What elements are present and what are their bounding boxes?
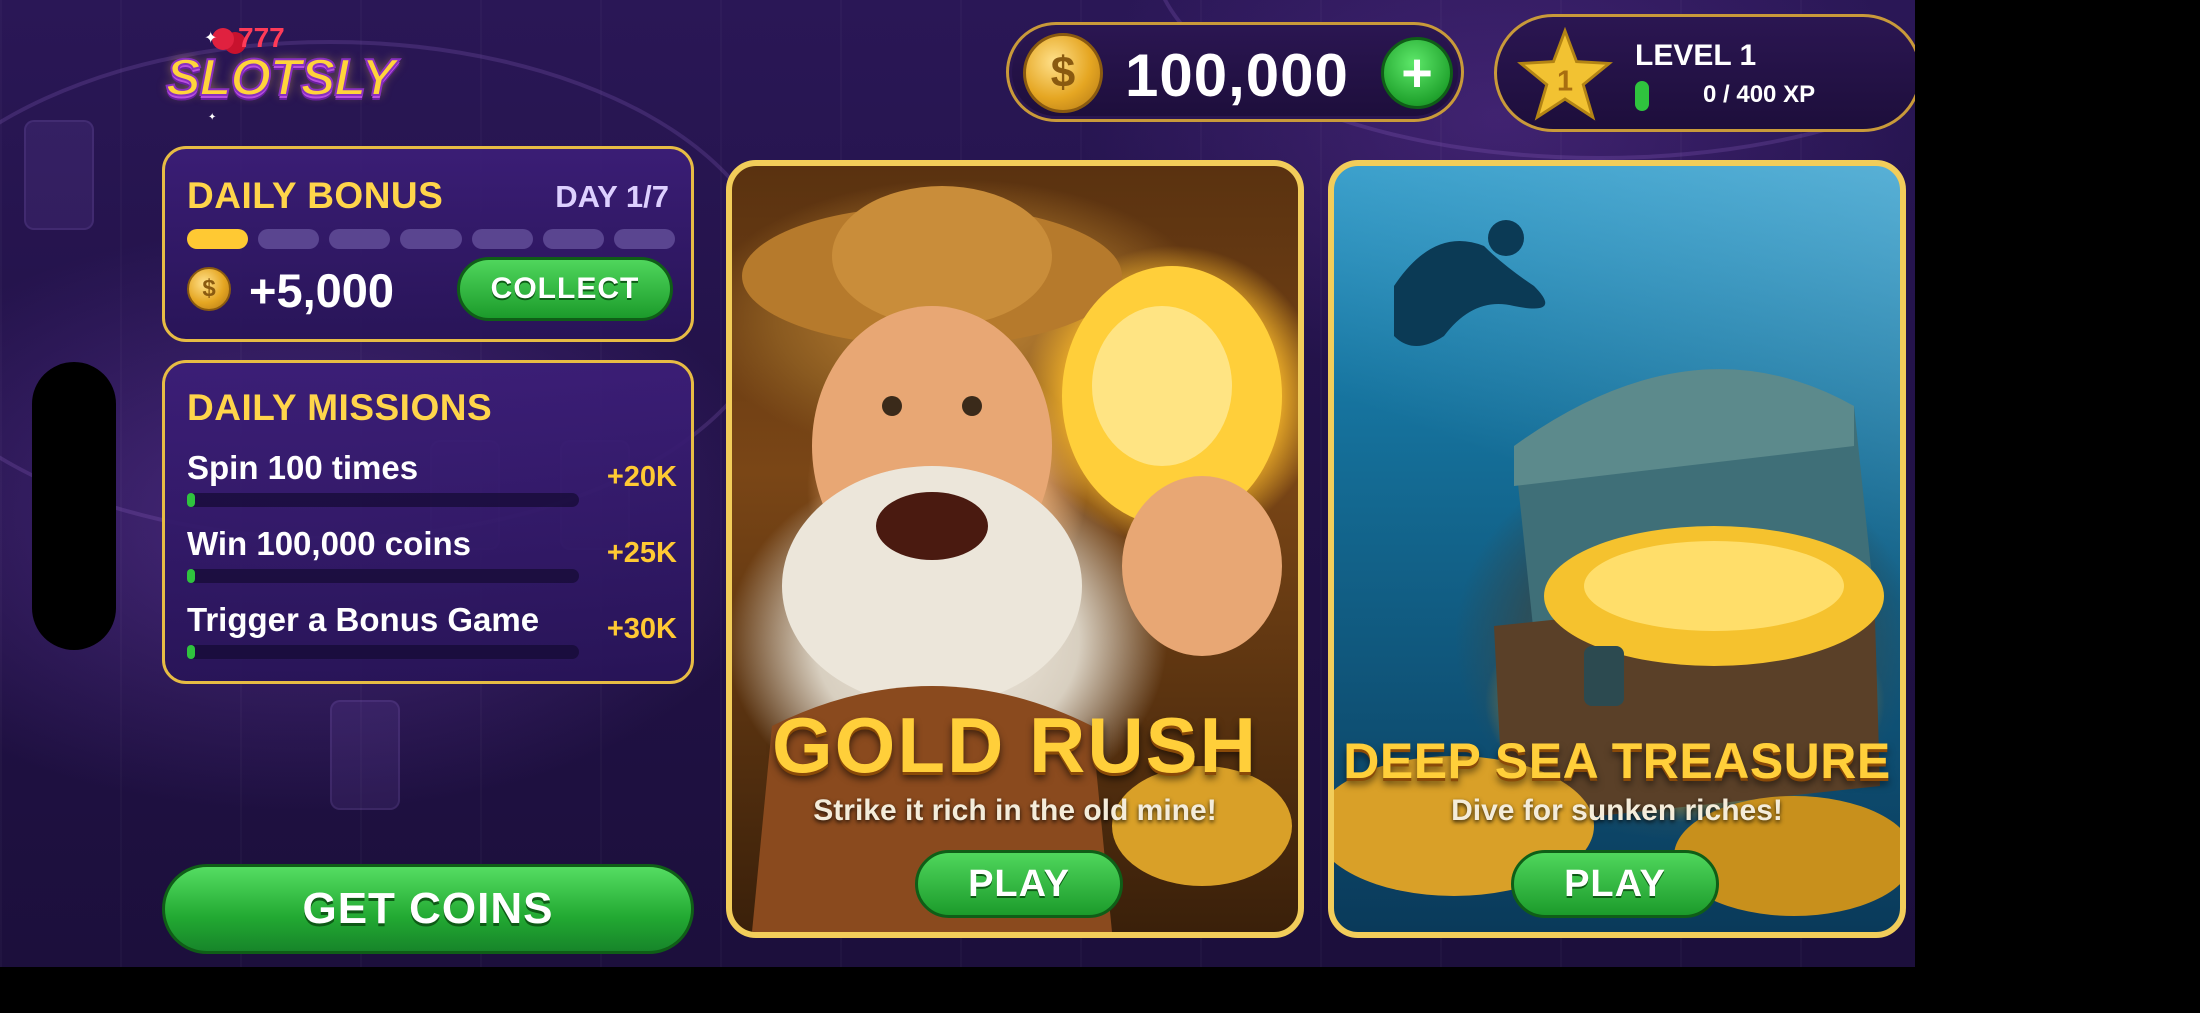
coin-balance-bar: $ 100,000 + bbox=[1006, 22, 1464, 122]
daily-missions-panel: DAILY MISSIONS Spin 100 times +20K Win 1… bbox=[162, 360, 694, 684]
daily-bonus-title: DAILY BONUS bbox=[187, 175, 444, 216]
level-label: LEVEL 1 bbox=[1635, 39, 1757, 72]
screen-edge bbox=[2038, 0, 2200, 1013]
sparkle-icon: ✦ bbox=[204, 30, 218, 47]
collect-button[interactable]: COLLECT bbox=[457, 257, 673, 321]
day-segment bbox=[542, 229, 604, 249]
game-title: GOLD RUSH bbox=[772, 701, 1258, 789]
mission-reward: +20K bbox=[606, 461, 677, 493]
game-subtitle: Strike it rich in the old mine! bbox=[813, 794, 1217, 827]
mission-name: Win 100,000 coins bbox=[187, 525, 471, 562]
play-button[interactable]: PLAY bbox=[915, 850, 1123, 918]
mission-item: Win 100,000 coins +25K bbox=[187, 525, 677, 589]
xp-text: 0 / 400 XP bbox=[1703, 81, 1816, 108]
day-segment bbox=[258, 229, 320, 249]
sparkle-icon: ✦ bbox=[208, 112, 217, 123]
mission-name: Spin 100 times bbox=[187, 449, 419, 486]
level-panel: 1 LEVEL 1 0 / 400 XP bbox=[1494, 14, 1915, 132]
device-notch bbox=[32, 362, 116, 650]
mission-progress-fill bbox=[187, 569, 195, 583]
daily-bonus-panel: DAILY BONUS DAY 1/7 $ +5,000 COLLECT bbox=[162, 146, 694, 342]
coin-icon: $ bbox=[187, 267, 231, 311]
game-card-gold-rush[interactable]: GOLD RUSH Strike it rich in the old mine… bbox=[726, 160, 1304, 938]
star-icon: 1 bbox=[1517, 27, 1613, 121]
mission-progress-bar bbox=[187, 645, 579, 659]
coin-icon: $ bbox=[1023, 33, 1103, 113]
mission-name: Trigger a Bonus Game bbox=[187, 601, 540, 638]
mission-item: Spin 100 times +20K bbox=[187, 449, 677, 513]
mission-reward: +30K bbox=[606, 613, 677, 645]
day-segment bbox=[400, 229, 462, 249]
slotsly-logo: 777 ✦ ✦ SLOTSLY bbox=[160, 22, 397, 123]
background-slot-machine bbox=[330, 700, 400, 810]
mission-reward: +25K bbox=[606, 537, 677, 569]
day-segment bbox=[187, 229, 249, 249]
xp-progress-bar: 0 / 400 XP bbox=[1635, 81, 1885, 111]
daily-bonus-day: DAY 1/7 bbox=[555, 179, 669, 214]
coin-balance: 100,000 bbox=[1125, 42, 1349, 109]
mission-progress-bar bbox=[187, 493, 579, 507]
play-button[interactable]: PLAY bbox=[1511, 850, 1719, 918]
mission-progress-bar bbox=[187, 569, 579, 583]
lobby-screen: 777 ✦ ✦ SLOTSLY $ 100,000 + 1 LEVEL 1 0 … bbox=[0, 0, 1915, 967]
logo-text: SLOTSLY bbox=[165, 48, 397, 108]
mission-progress-fill bbox=[187, 645, 195, 659]
background-slot-machine bbox=[24, 120, 94, 230]
game-title: DEEP SEA TREASURE bbox=[1343, 733, 1891, 789]
mission-progress-fill bbox=[187, 493, 195, 507]
add-coins-button[interactable]: + bbox=[1381, 37, 1453, 109]
game-card-deep-sea-treasure[interactable]: DEEP SEA TREASURE Dive for sunken riches… bbox=[1328, 160, 1906, 938]
daily-bonus-progress bbox=[187, 229, 675, 249]
day-segment bbox=[329, 229, 391, 249]
mission-item: Trigger a Bonus Game +30K bbox=[187, 601, 677, 665]
get-coins-button[interactable]: GET COINS bbox=[162, 864, 694, 954]
daily-bonus-amount: +5,000 bbox=[249, 264, 395, 317]
screen-edge bbox=[0, 967, 2200, 1013]
day-segment bbox=[613, 229, 675, 249]
game-subtitle: Dive for sunken riches! bbox=[1451, 794, 1783, 827]
day-segment bbox=[471, 229, 533, 249]
daily-missions-title: DAILY MISSIONS bbox=[187, 387, 493, 428]
level-number: 1 bbox=[1557, 65, 1573, 97]
xp-progress-fill bbox=[1635, 81, 1649, 111]
